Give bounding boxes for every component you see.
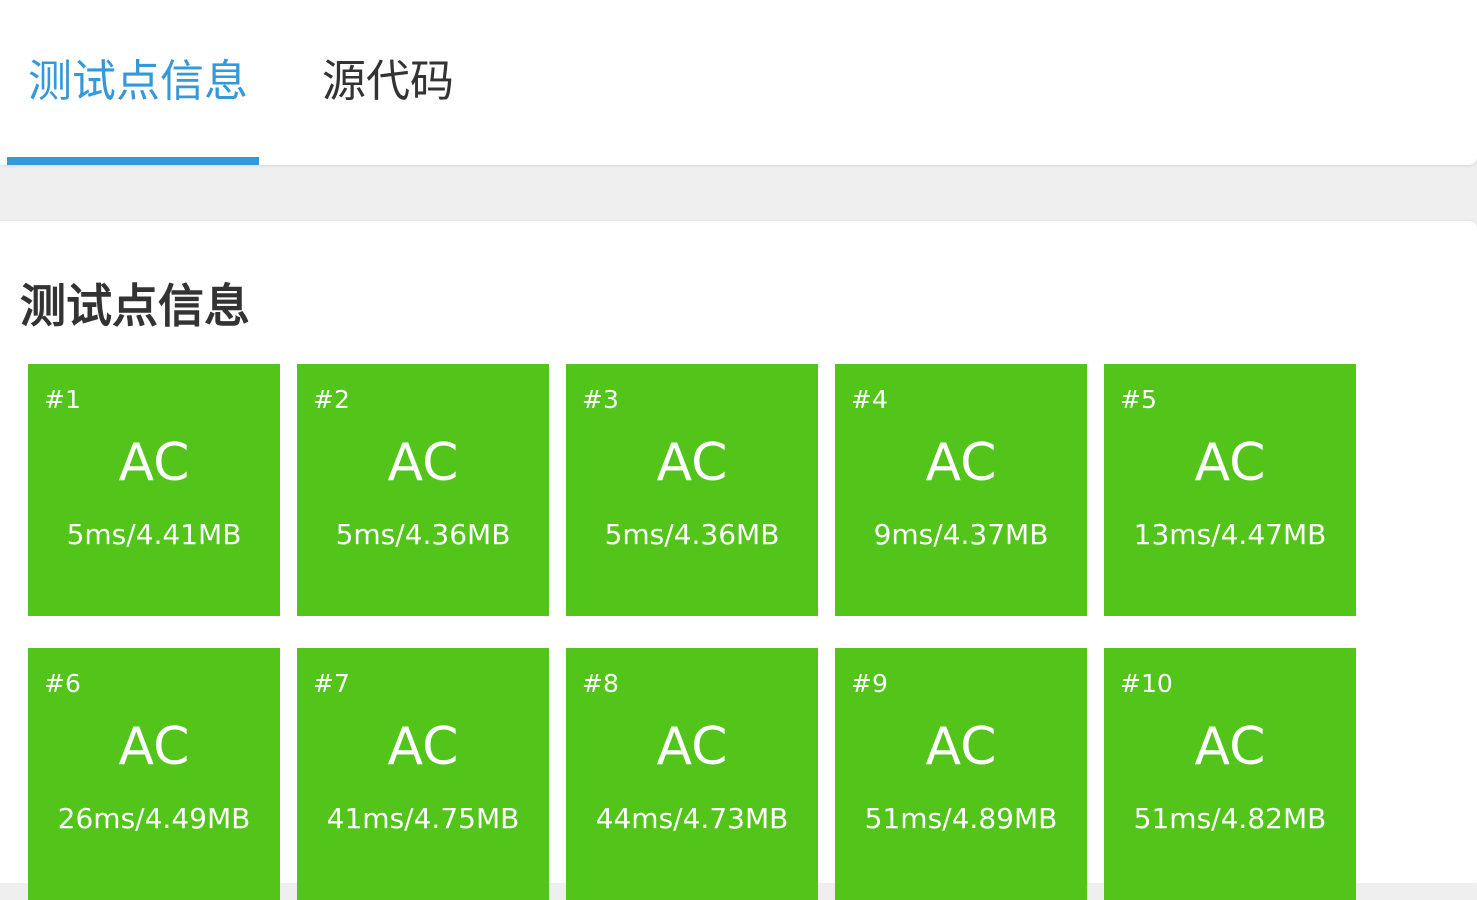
test-case-status: AC <box>925 433 997 493</box>
test-case-id: #7 <box>313 669 350 698</box>
test-case-id: #5 <box>1120 385 1157 414</box>
test-case-stats: 13ms/4.47MB <box>1133 518 1327 551</box>
test-case-id: #9 <box>851 669 888 698</box>
test-case-card[interactable]: #7 AC 41ms/4.75MB <box>297 648 549 900</box>
test-case-status: AC <box>656 433 728 493</box>
test-case-status: AC <box>656 717 728 777</box>
test-case-card[interactable]: #9 AC 51ms/4.89MB <box>835 648 1087 900</box>
test-case-card[interactable]: #10 AC 51ms/4.82MB <box>1104 648 1356 900</box>
test-case-stats: 5ms/4.41MB <box>66 518 242 551</box>
test-case-id: #4 <box>851 385 888 414</box>
test-case-id: #1 <box>44 385 81 414</box>
test-case-grid: #1 AC 5ms/4.41MB #2 AC 5ms/4.36MB #3 AC … <box>28 364 1358 900</box>
test-case-stats: 26ms/4.49MB <box>57 802 251 835</box>
test-case-status: AC <box>925 717 997 777</box>
active-tab-indicator <box>7 157 259 165</box>
test-point-panel: 测试点信息 #1 AC 5ms/4.41MB #2 AC 5ms/4.36MB … <box>0 221 1477 900</box>
test-case-card[interactable]: #4 AC 9ms/4.37MB <box>835 364 1087 616</box>
test-case-status: AC <box>1194 717 1266 777</box>
test-case-card[interactable]: #1 AC 5ms/4.41MB <box>28 364 280 616</box>
test-case-stats: 5ms/4.36MB <box>604 518 780 551</box>
test-case-card[interactable]: #5 AC 13ms/4.47MB <box>1104 364 1356 616</box>
tab-test-point-info[interactable]: 测试点信息 <box>28 52 248 112</box>
test-case-status: AC <box>1194 433 1266 493</box>
test-case-stats: 41ms/4.75MB <box>326 802 520 835</box>
test-case-card[interactable]: #8 AC 44ms/4.73MB <box>566 648 818 900</box>
test-case-id: #8 <box>582 669 619 698</box>
test-case-card[interactable]: #6 AC 26ms/4.49MB <box>28 648 280 900</box>
test-case-status: AC <box>387 433 459 493</box>
test-case-status: AC <box>118 717 190 777</box>
test-case-id: #10 <box>1120 669 1173 698</box>
test-case-status: AC <box>118 433 190 493</box>
tab-source-code[interactable]: 源代码 <box>322 52 454 112</box>
test-case-card[interactable]: #2 AC 5ms/4.36MB <box>297 364 549 616</box>
test-case-id: #6 <box>44 669 81 698</box>
test-case-card[interactable]: #3 AC 5ms/4.36MB <box>566 364 818 616</box>
test-case-stats: 44ms/4.73MB <box>595 802 789 835</box>
test-case-status: AC <box>387 717 459 777</box>
test-case-stats: 5ms/4.36MB <box>335 518 511 551</box>
tab-bar: 测试点信息 源代码 <box>0 0 1477 165</box>
test-case-stats: 51ms/4.82MB <box>1133 802 1327 835</box>
test-case-id: #2 <box>313 385 350 414</box>
section-title: 测试点信息 <box>20 279 250 333</box>
test-case-stats: 51ms/4.89MB <box>864 802 1058 835</box>
test-case-stats: 9ms/4.37MB <box>873 518 1049 551</box>
test-case-id: #3 <box>582 385 619 414</box>
